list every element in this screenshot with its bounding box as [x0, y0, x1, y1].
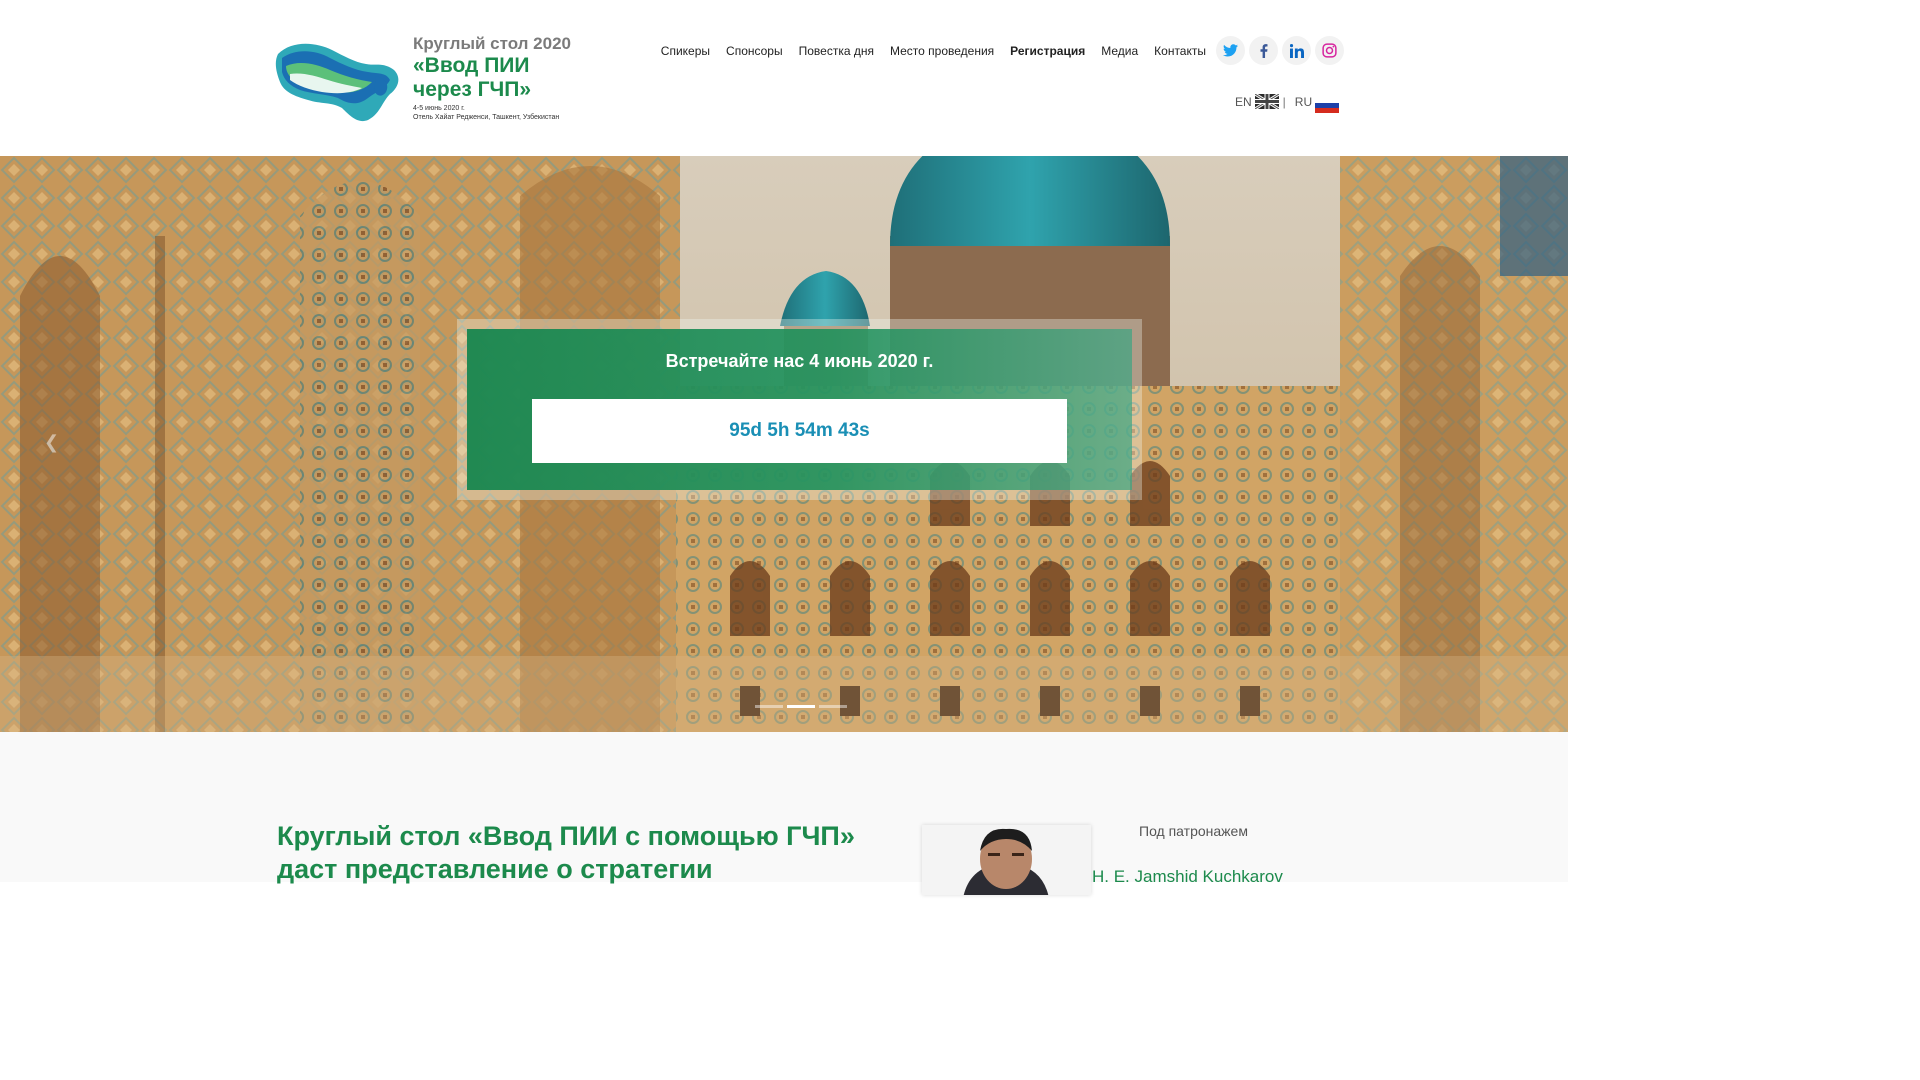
- nav-media[interactable]: Медиа: [1101, 44, 1138, 58]
- nav-sponsors[interactable]: Спонсоры: [726, 44, 783, 58]
- countdown-panel: Встречайте нас 4 июнь 2020 г. 95d 5h 54m…: [457, 319, 1142, 500]
- logo-title-line1: «Ввод ПИИ: [413, 54, 530, 77]
- facebook-icon[interactable]: [1249, 36, 1278, 65]
- logo-date: 4-5 июнь 2020 г.: [413, 105, 465, 112]
- slider-prev-arrow[interactable]: ❮: [44, 432, 59, 453]
- social-links: [1216, 36, 1348, 65]
- patron-name: H. E. Jamshid Kuchkarov: [1092, 867, 1283, 886]
- twitter-icon[interactable]: [1216, 36, 1245, 65]
- nav-agenda[interactable]: Повестка дня: [799, 44, 874, 58]
- nav-contacts[interactable]: Контакты: [1154, 44, 1206, 58]
- logo-venue: Отель Хайат Редженси, Ташкент, Узбекиста…: [413, 114, 560, 121]
- slider-dot-2[interactable]: [787, 705, 815, 708]
- slider-dots: [755, 705, 851, 708]
- uzbekistan-map-logo: [275, 43, 399, 122]
- russia-flag-icon[interactable]: [1315, 98, 1340, 113]
- countdown-headline: Встречайте нас 4 июнь 2020 г.: [665, 351, 934, 371]
- uk-flag-icon[interactable]: [1254, 94, 1279, 109]
- hero-slider: ❮ Встречайте нас 4 июнь 2020 г. 95d 5h 5…: [0, 156, 1568, 732]
- nav-speakers[interactable]: Спикеры: [661, 44, 710, 58]
- nav-registration[interactable]: Регистрация: [1010, 44, 1085, 58]
- linkedin-icon[interactable]: [1282, 36, 1311, 65]
- main-nav: Спикеры Спонсоры Повестка дня Место пров…: [645, 40, 1206, 62]
- patron-portrait-image: [922, 825, 1091, 895]
- intro-heading: Круглый стол «Ввод ПИИ с помощью ГЧП» да…: [277, 821, 855, 884]
- slider-dot-1[interactable]: [755, 705, 783, 708]
- patron-label: Под патронажем: [1139, 823, 1248, 839]
- logo-title-line2: через ГЧП»: [413, 78, 532, 101]
- intro-section: Круглый стол «Ввод ПИИ с помощью ГЧП» да…: [0, 732, 1568, 895]
- nav-venue[interactable]: Место проведения: [890, 44, 994, 58]
- countdown-timer: 95d 5h 54m 43s: [532, 399, 1067, 463]
- instagram-icon[interactable]: [1315, 36, 1344, 65]
- patron-photo: [922, 825, 1091, 895]
- lang-ru-label[interactable]: RU: [1295, 95, 1312, 109]
- logo-kicker: Круглый стол 2020: [413, 34, 571, 53]
- slider-dot-3[interactable]: [819, 705, 847, 708]
- site-header: Круглый стол 2020 «Ввод ПИИ через ГЧП» 4…: [0, 0, 1568, 156]
- lang-en-label[interactable]: EN: [1235, 95, 1252, 109]
- site-logo[interactable]: Круглый стол 2020 «Ввод ПИИ через ГЧП» 4…: [272, 32, 592, 132]
- lang-separator: |: [1282, 94, 1286, 109]
- language-switcher: EN | RU: [1235, 90, 1340, 113]
